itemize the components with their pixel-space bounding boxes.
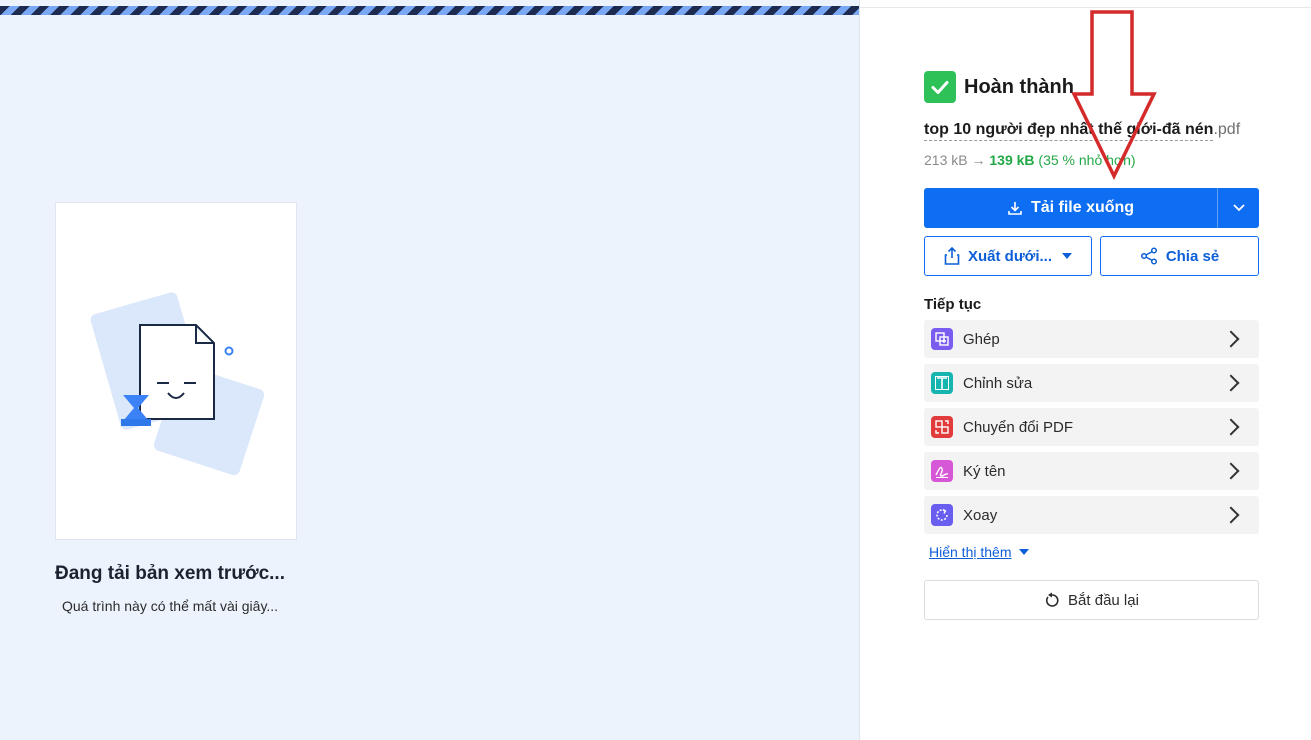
rotate-icon bbox=[931, 504, 953, 526]
chevron-right-icon bbox=[1222, 374, 1240, 392]
download-label: Tải file xuống bbox=[1030, 199, 1135, 216]
file-extension: .pdf bbox=[1213, 121, 1241, 138]
new-size: 139 kB bbox=[989, 152, 1035, 168]
download-options-button[interactable] bbox=[1217, 188, 1259, 228]
show-more-link[interactable]: Hiển thị thêm bbox=[929, 544, 1030, 560]
loading-subtitle: Quá trình này có thể mất vài giây... bbox=[62, 598, 279, 614]
tool-rotate[interactable]: Xoay bbox=[924, 496, 1259, 534]
sign-icon bbox=[931, 460, 953, 482]
convert-icon bbox=[931, 416, 953, 438]
tool-label: Ký tên bbox=[963, 462, 1006, 480]
caret-down-icon bbox=[1062, 253, 1073, 259]
original-size: 213 kB bbox=[924, 152, 968, 168]
tool-label: Chỉnh sửa bbox=[963, 374, 1033, 392]
status-complete: Hoàn thành bbox=[924, 71, 1074, 103]
share-button[interactable]: Chia sẻ bbox=[1100, 236, 1259, 276]
annotation-arrow-icon bbox=[1071, 10, 1157, 180]
arrow-right-icon: → bbox=[971, 152, 986, 168]
restart-icon bbox=[1046, 592, 1059, 607]
tool-label: Chuyển đổi PDF bbox=[963, 418, 1074, 436]
chevron-right-icon bbox=[1222, 418, 1240, 436]
download-icon bbox=[1008, 202, 1022, 215]
show-more-label: Hiển thị thêm bbox=[929, 544, 1012, 560]
download-button[interactable]: Tải file xuống bbox=[924, 188, 1217, 228]
preview-area: Đang tải bản xem trước... Quá trình này … bbox=[0, 0, 860, 740]
loading-title: Đang tải bản xem trước... bbox=[55, 563, 285, 584]
chevron-right-icon bbox=[1222, 330, 1240, 348]
status-label: Hoàn thành bbox=[964, 75, 1074, 98]
check-icon bbox=[924, 71, 956, 103]
tool-edit[interactable]: Chỉnh sửa bbox=[924, 364, 1259, 402]
edit-text-icon bbox=[931, 372, 953, 394]
export-button[interactable]: Xuất dưới... bbox=[924, 236, 1092, 276]
continue-title: Tiếp tục bbox=[924, 296, 982, 313]
header-divider bbox=[860, 7, 1311, 8]
caret-down-icon bbox=[1019, 549, 1030, 555]
tool-label: Xoay bbox=[963, 506, 998, 524]
export-icon bbox=[944, 247, 960, 265]
loading-illustration-icon bbox=[90, 292, 265, 476]
restart-label: Bắt đầu lại bbox=[1068, 591, 1139, 609]
export-label: Xuất dưới... bbox=[967, 247, 1053, 265]
tool-merge[interactable]: Ghép bbox=[924, 320, 1259, 358]
download-button-group: Tải file xuống bbox=[924, 188, 1259, 228]
chevron-right-icon bbox=[1222, 462, 1240, 480]
share-icon bbox=[1140, 247, 1157, 265]
tool-sign[interactable]: Ký tên bbox=[924, 452, 1259, 490]
progress-stripe bbox=[0, 6, 859, 15]
restart-button[interactable]: Bắt đầu lại bbox=[924, 580, 1259, 620]
tool-convert[interactable]: Chuyển đổi PDF bbox=[924, 408, 1259, 446]
share-label: Chia sẻ bbox=[1165, 247, 1220, 265]
chevron-right-icon bbox=[1222, 506, 1240, 524]
preview-card bbox=[55, 202, 297, 540]
tool-label: Ghép bbox=[963, 330, 1000, 348]
chevron-down-icon bbox=[1232, 204, 1245, 212]
merge-icon bbox=[931, 328, 953, 350]
